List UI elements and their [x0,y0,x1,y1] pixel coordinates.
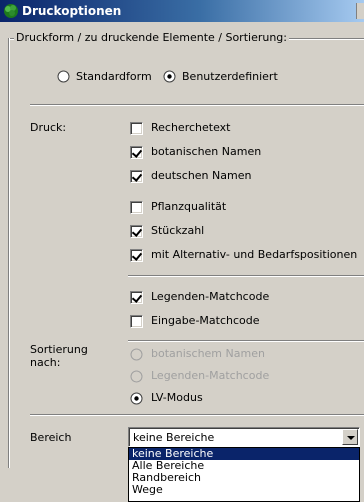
radio-disabled-icon [130,370,143,383]
checkbox-alternativ-bedarfspositionen[interactable] [130,249,143,262]
group-label: Druckform / zu druckende Elemente / Sort… [14,31,289,44]
radio-benutzerdefiniert[interactable] [163,70,176,83]
druck-label: Druck: [30,121,67,134]
separator [128,340,364,341]
checkbox-pflanzqualitaet[interactable] [130,201,143,214]
checkbox-deutschen-namen[interactable] [130,170,143,183]
checkbox-stueckzahl[interactable] [130,225,143,238]
druckform-group: Druckform / zu druckende Elemente / Sort… [8,31,364,99]
separator [128,275,364,276]
bereich-select[interactable]: keine Bereiche [128,427,360,447]
separator [30,104,364,105]
bereich-label: Bereich [30,431,72,444]
checkbox-legenden-matchcode[interactable] [130,291,143,304]
sortierung-label-line1: Sortierung [30,343,88,356]
window-title: Druckoptionen [22,4,122,18]
plant-icon [4,4,18,18]
checkbox-botanischen-namen-label[interactable]: botanischen Namen [151,145,261,158]
checkbox-legenden-matchcode-label[interactable]: Legenden-Matchcode [151,290,269,303]
dropdown-option[interactable]: Wege [129,484,359,496]
radio-standardform-label[interactable]: Standardform [76,70,152,83]
separator [30,414,364,415]
radio-checked-icon [163,70,176,83]
radio-disabled-icon [130,348,143,361]
checkbox-recherchetext-label[interactable]: Recherchetext [151,121,230,134]
radio-standardform[interactable] [57,70,70,83]
window-edge [356,3,364,19]
sortierung-label-line2: nach: [30,356,61,369]
bereich-select-value: keine Bereiche [133,431,215,444]
checkbox-stueckzahl-label[interactable]: Stückzahl [151,224,204,237]
chevron-down-icon[interactable] [342,429,358,445]
radio-benutzerdefiniert-label[interactable]: Benutzerdefiniert [182,70,278,83]
radio-botanischem-namen[interactable] [130,348,143,361]
checkbox-pflanzqualitaet-label[interactable]: Pflanzqualität [151,200,226,213]
group-left-border [8,38,9,468]
checkbox-alternativ-bedarfspositionen-label[interactable]: mit Alternativ- und Bedarfspositionen [151,248,357,261]
checkbox-deutschen-namen-label[interactable]: deutschen Namen [151,169,251,182]
checkbox-recherchetext[interactable] [130,122,143,135]
radio-unchecked-icon [57,70,70,83]
bereich-dropdown-list[interactable]: keine Bereiche Alle Bereiche Randbereich… [128,447,360,502]
radio-lv-modus[interactable] [130,392,143,405]
checkbox-eingabe-matchcode[interactable] [130,315,143,328]
checkbox-botanischen-namen[interactable] [130,146,143,159]
radio-legenden-matchcode-label[interactable]: Legenden-Matchcode [151,369,269,382]
dropdown-option[interactable]: Randbereich [129,472,359,484]
radio-lv-modus-label[interactable]: LV-Modus [151,391,203,404]
title-bar[interactable]: Druckoptionen [0,0,364,22]
radio-legenden-matchcode[interactable] [130,370,143,383]
radio-checked-icon [130,392,143,405]
radio-botanischem-namen-label[interactable]: botanischem Namen [151,347,265,360]
checkbox-eingabe-matchcode-label[interactable]: Eingabe-Matchcode [151,314,260,327]
